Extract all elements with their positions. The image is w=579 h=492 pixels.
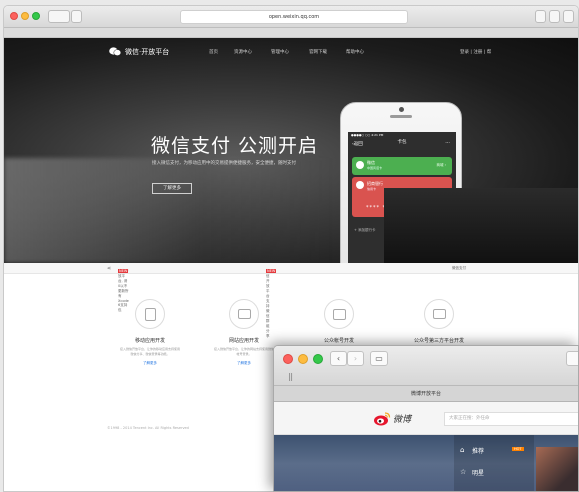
star-icon: ☆ — [460, 468, 467, 476]
phone-screen: ●●●●○ ○○ 4:21 PM ‹返回 卡包 ··· 微信 中国风话卡 商城 … — [348, 132, 456, 263]
nav-label: 明星 — [472, 470, 485, 477]
hero-banner: 微信·开放平台 首页 资源中心 管理中心 官网下载 帮助中心 登录 | 注册 |… — [4, 38, 578, 263]
share-button[interactable] — [566, 351, 578, 366]
feature-learn-more-link[interactable]: 了解更多 — [214, 361, 274, 366]
mobile-icon — [135, 299, 165, 329]
close-window-button[interactable] — [10, 12, 18, 20]
back-button[interactable]: ‹ — [330, 351, 347, 366]
weibo-nav-item-celebrity[interactable]: ☆ 明星 — [460, 468, 532, 477]
monitor-icon — [229, 299, 259, 329]
phone-screen-title: 卡包 — [397, 140, 407, 145]
bank-card: 招商银行 信用卡 **** **** **** 4250 — [352, 177, 452, 217]
hero-description: 接入微信支付，为移动应用中的交易提供便捷服务，安全便捷，随时支付 — [152, 161, 296, 166]
sidebar-icon[interactable]: ▭ — [370, 351, 388, 366]
nav-item-downloads[interactable]: 官网下载 — [309, 49, 327, 55]
camera-icon — [399, 107, 404, 112]
tabs-button[interactable] — [549, 10, 560, 23]
weibo-nav-item-recommended[interactable]: ⌂ 推荐 HOT — [460, 446, 532, 455]
site-logo-text[interactable]: 微信·开放平台 — [125, 47, 169, 57]
card-logo-icon — [356, 161, 364, 169]
weibo-logo-text[interactable]: 微博 — [393, 412, 411, 425]
address-bar[interactable]: open.weixin.qq.com — [180, 10, 408, 24]
new-tab-button[interactable] — [563, 10, 574, 23]
back-forward-button[interactable] — [48, 10, 70, 23]
feature-title: 公众号第三方平台开发 — [413, 338, 464, 344]
zoom-window-button[interactable] — [313, 354, 323, 364]
bookmark-bar — [4, 28, 578, 38]
phone-status-bar: ●●●●○ ○○ 4:21 PM — [351, 133, 384, 137]
feature-learn-more-link[interactable]: 了解更多 — [120, 361, 180, 366]
minimize-window-button[interactable] — [21, 12, 29, 20]
feature-title: 移动应用开发 — [134, 338, 165, 344]
share-button[interactable] — [535, 10, 546, 23]
feed-image-thumbnail[interactable] — [536, 447, 578, 491]
weibo-browser-window: ‹ › ▭ ⣿ 微博开放平台 微博 大家正在搜：外任命 ⌂ 推荐 HOT ☆ 明… — [273, 345, 579, 492]
notice-item[interactable]: 微信支付 — [452, 266, 466, 271]
nav-item-home[interactable]: 首页 — [209, 49, 218, 55]
wechat-logo-icon — [109, 47, 121, 56]
feature-title: 网站应用开发 — [228, 338, 259, 344]
learn-more-button[interactable]: 了解更多 — [152, 183, 192, 194]
feature-title: 公众帐号开发 — [323, 338, 354, 344]
speaker-icon — [390, 115, 412, 118]
feature-mobile-app[interactable]: 移动应用开发 接入微信开放平台，让你的移动应用支持使用微信分享、微信登录等功能。… — [120, 299, 180, 366]
copyright-text: ©1998 - 2014 Tencent Inc. All Rights Res… — [107, 426, 189, 430]
weibo-nav: ⌂ 推荐 HOT ☆ 明星 — [454, 435, 534, 491]
zoom-window-button[interactable] — [32, 12, 40, 20]
inbox-icon — [424, 299, 454, 329]
feature-description: 接入微信开放平台，让你的移动应用支持使用微信分享、微信登录等功能。 — [120, 347, 181, 356]
nav-item-resources[interactable]: 资源中心 — [234, 49, 252, 55]
card-subtitle: 中国风话卡 — [367, 166, 383, 170]
notice-bar: ◀) 微信开放平台, 请0以不更新所有Xcode 6支持包 NEW 微信开放平台… — [4, 263, 578, 338]
speaker-icon: ◀) — [107, 266, 112, 270]
active-tab[interactable]: 微博开放平台 — [274, 386, 578, 402]
window-titlebar: open.weixin.qq.com — [4, 6, 578, 28]
add-card-label: + 添加银行卡 — [354, 228, 376, 232]
hot-badge: HOT — [512, 447, 524, 451]
weibo-search-input[interactable]: 大家正在搜：外任命 — [444, 412, 578, 426]
nav-item-management[interactable]: 管理中心 — [271, 49, 289, 55]
feature-public-account[interactable]: 公众帐号开发 — [309, 299, 369, 344]
card-action: 商城 › — [436, 163, 446, 167]
minimize-window-button[interactable] — [298, 354, 308, 364]
home-icon: ⌂ — [460, 446, 465, 454]
weibo-content: ⌂ 推荐 HOT ☆ 明星 — [274, 435, 578, 491]
weibo-header: 微博 大家正在搜：外任命 — [274, 402, 578, 435]
hero-title: 微信支付 公测开启 — [151, 135, 319, 157]
card-number: **** **** **** 4250 — [366, 202, 437, 211]
nav-label: 推荐 — [472, 448, 485, 455]
login-register-links[interactable]: 登录 | 注册 | 帮 — [460, 49, 491, 55]
feature-third-party-platform[interactable]: 公众号第三方平台开发 — [404, 299, 474, 344]
feature-description: 接入微信开放平台，让你的网站支持使用微信帐号登录。 — [214, 347, 275, 356]
bank-logo-icon — [356, 181, 364, 189]
window-toolbar: ‹ › ▭ ⣿ — [274, 346, 578, 386]
browser-window-icon — [324, 299, 354, 329]
bank-card-type: 信用卡 — [367, 187, 377, 191]
top-sites-grid-icon[interactable]: ⣿ — [288, 373, 293, 381]
phone-more-icon: ··· — [445, 140, 450, 146]
nav-item-help[interactable]: 帮助中心 — [346, 49, 364, 55]
site-nav: 微信·开放平台 首页 资源中心 管理中心 官网下载 帮助中心 登录 | 注册 |… — [4, 38, 578, 64]
weibo-logo-icon[interactable] — [373, 411, 391, 426]
feature-website-app[interactable]: 网站应用开发 接入微信开放平台，让你的网站支持使用微信帐号登录。 了解更多 — [214, 299, 274, 366]
new-badge: NEW — [266, 269, 277, 273]
phone-mockup: ●●●●○ ○○ 4:21 PM ‹返回 卡包 ··· 微信 中国风话卡 商城 … — [340, 102, 462, 263]
close-window-button[interactable] — [283, 354, 293, 364]
new-badge: NEW — [118, 269, 129, 273]
wechat-card: 微信 中国风话卡 商城 › — [352, 157, 452, 175]
forward-button[interactable]: › — [347, 351, 364, 366]
sidebar-button[interactable] — [71, 10, 82, 23]
